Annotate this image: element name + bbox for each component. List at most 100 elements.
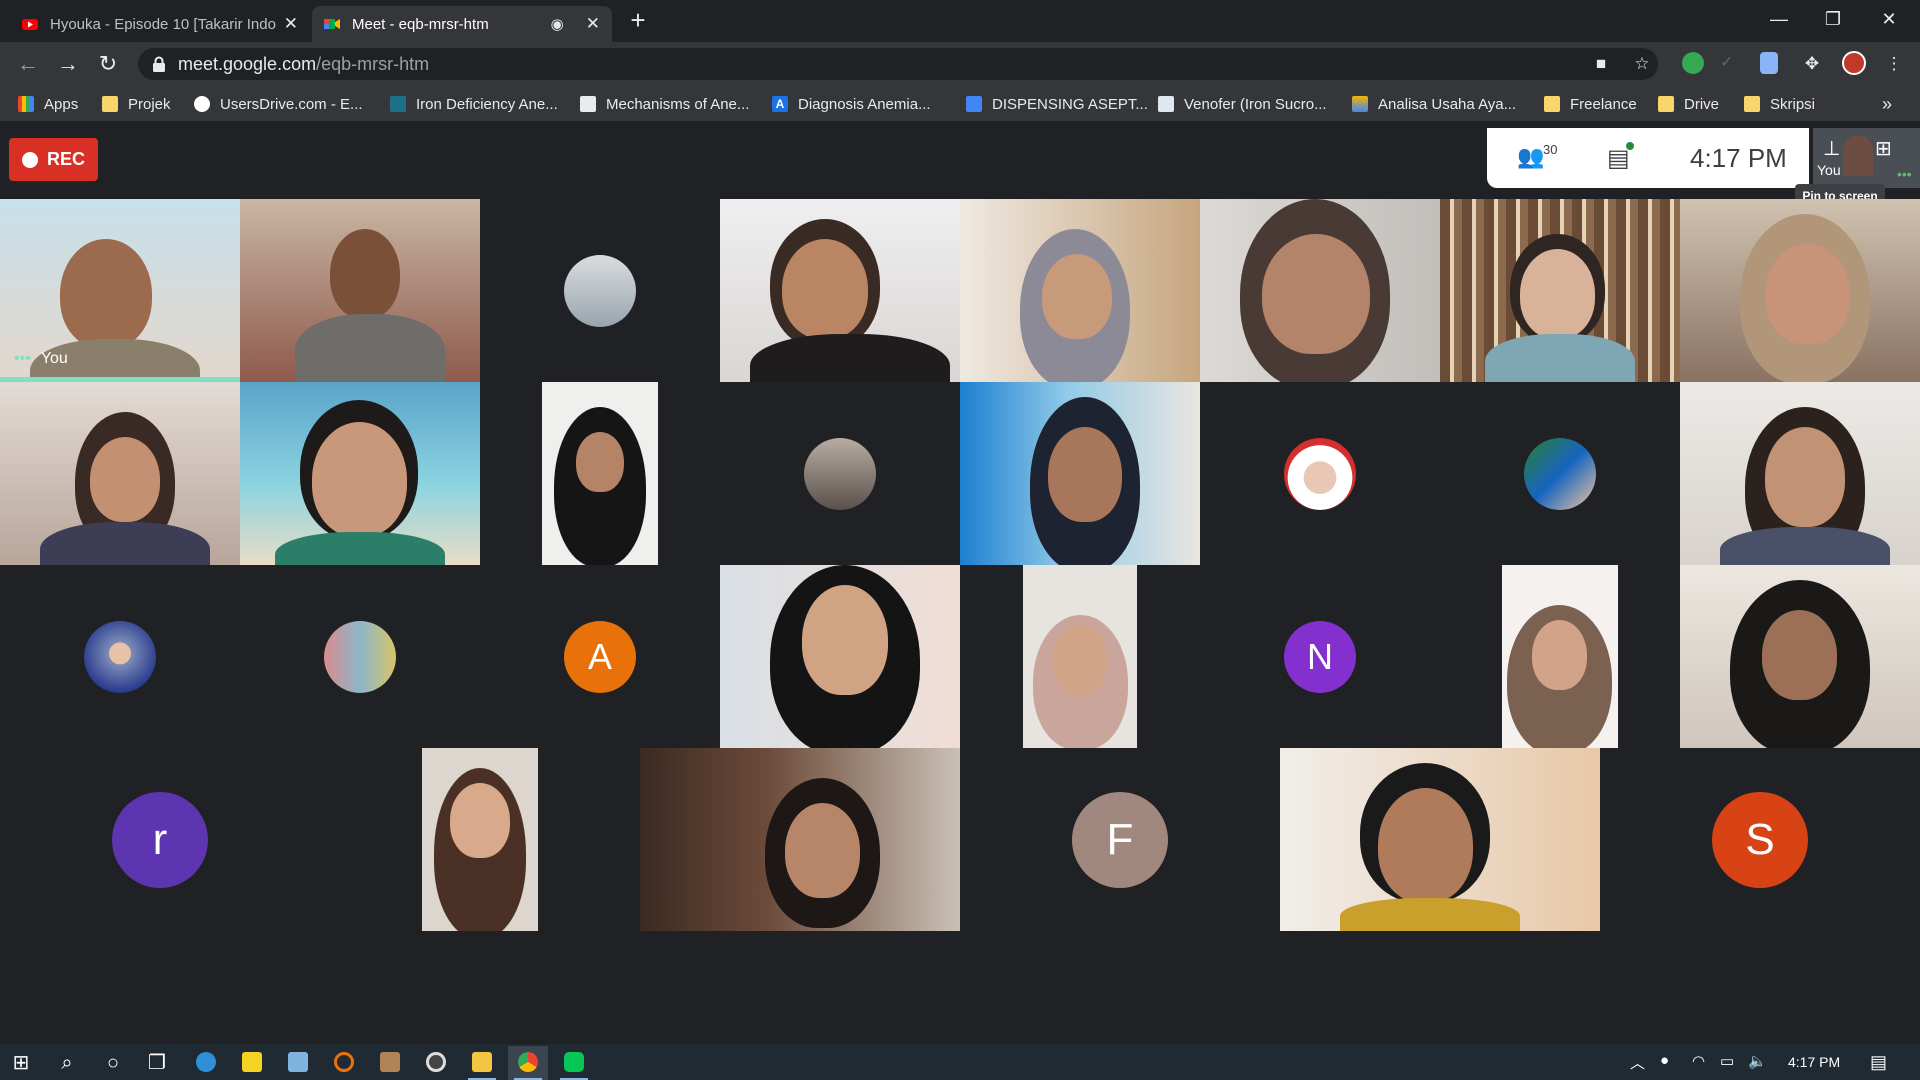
participant-tile[interactable] [1680,382,1920,565]
participant-tile[interactable] [1680,199,1920,382]
camera-icon[interactable]: ■ [1589,52,1613,76]
bookmark-star-icon[interactable]: ☆ [1630,52,1654,76]
participant-tile[interactable] [1440,382,1680,565]
show-hidden-icons-icon[interactable]: ︿ [1630,1052,1645,1073]
tray-app-icon[interactable]: ● [1660,1052,1669,1069]
participant-tile[interactable] [960,199,1200,382]
sticky-notes-app-icon[interactable] [232,1046,272,1080]
wifi-icon[interactable]: ◠ [1692,1052,1705,1070]
media-player-app-icon[interactable] [416,1046,456,1080]
participant-tile[interactable] [1200,382,1440,565]
chrome-app-icon[interactable] [508,1046,548,1080]
more-options-icon[interactable]: ••• [1897,166,1912,182]
shield-extension-icon[interactable] [1682,52,1704,74]
volume-icon[interactable]: 🔈 [1748,1052,1767,1070]
app-icon[interactable] [370,1046,410,1080]
notifications-icon[interactable]: ▤ [1870,1052,1887,1073]
participant-tile[interactable] [240,565,480,748]
bookmark-iron-deficiency[interactable]: Iron Deficiency Ane... [390,94,558,114]
participant-tile[interactable] [240,199,480,382]
participant-tile[interactable] [1440,565,1680,748]
site-icon [580,96,596,112]
participant-tile[interactable]: A [480,565,720,748]
participant-initial-avatar: N [1284,620,1356,693]
bookmark-drive[interactable]: Drive [1658,94,1719,114]
app-icon[interactable] [324,1046,364,1080]
participant-tile[interactable] [1680,565,1920,748]
rec-label: REC [46,149,85,169]
tab-youtube[interactable]: Hyouka - Episode 10 [Takarir Indo ✕ [10,6,310,42]
participant-tile[interactable] [640,748,960,931]
participant-tile[interactable] [1280,748,1600,931]
folder-icon [1658,96,1674,112]
file-explorer-app-icon[interactable] [462,1046,502,1080]
participant-tile[interactable] [0,565,240,748]
participant-initial-avatar: r [112,791,208,888]
participant-tile[interactable] [960,382,1200,565]
people-icon[interactable]: 👥 [1517,144,1544,170]
bookmark-diagnosis[interactable]: A Diagnosis Anemia... [772,94,931,114]
bookmark-apps[interactable]: Apps [18,94,78,114]
self-view-corner[interactable]: ⊥ ⊞ You ••• [1813,128,1920,188]
participant-avatar [564,254,636,327]
line-app-icon[interactable] [554,1046,594,1080]
task-view-icon[interactable]: ❐ [144,1050,170,1076]
pin-icon[interactable]: ⊥ [1823,136,1840,161]
bookmark-venofer[interactable]: Venofer (Iron Sucro... [1158,94,1327,114]
participant-tile[interactable] [720,565,960,748]
close-window-button[interactable]: ✕ [1866,0,1912,38]
back-button[interactable]: ← [14,50,42,78]
self-video-thumbnail [1843,136,1873,176]
participant-tile[interactable] [480,382,720,565]
bookmarks-overflow-button[interactable]: » [1882,94,1892,114]
chat-icon[interactable]: ▤ [1607,142,1634,173]
participant-tile[interactable]: r [0,748,320,931]
close-tab-icon[interactable]: ✕ [586,14,600,34]
participant-tile[interactable] [720,382,960,565]
address-bar[interactable]: meet.google.com/eqb-mrsr-htm [138,48,1658,80]
bookmark-skripsi[interactable]: Skripsi [1744,94,1815,114]
app-icon[interactable] [278,1046,318,1080]
bookmark-projek[interactable]: Projek [102,94,171,114]
reload-button[interactable]: ↻ [94,50,122,78]
participant-tile[interactable] [720,199,960,382]
participant-tile[interactable] [1440,199,1680,382]
checkmark-extension-icon[interactable]: ✓ [1720,52,1742,74]
minimize-button[interactable]: — [1756,0,1802,38]
profile-avatar[interactable] [1842,51,1866,75]
battery-icon[interactable]: ▭ [1720,1052,1734,1070]
windows-start-icon[interactable]: ⊞ [8,1050,34,1076]
grid-layout-icon[interactable]: ⊞ [1875,136,1892,161]
new-tab-button[interactable]: + [624,6,652,34]
taskbar-clock[interactable]: 4:17 PM [1788,1054,1840,1070]
forward-button[interactable]: → [54,50,82,78]
youtube-icon [22,19,38,30]
bookmark-mechanisms[interactable]: Mechanisms of Ane... [580,94,749,114]
participant-tile[interactable] [240,382,480,565]
cortana-icon[interactable]: ○ [100,1050,126,1076]
participant-tile-self[interactable]: ••• You [0,199,240,382]
recording-indicator-icon: ◉ [550,16,564,33]
participant-tile[interactable] [960,565,1200,748]
bookmark-label: Drive [1684,95,1720,113]
tab-meet[interactable]: Meet - eqb-mrsr-htm ◉ ✕ [312,6,612,42]
participant-tile[interactable]: F [960,748,1280,931]
more-options-icon[interactable]: ••• [14,350,31,367]
extensions-puzzle-icon[interactable]: ✥ [1800,52,1824,76]
search-icon[interactable]: ⌕ [54,1050,80,1076]
participant-tile[interactable] [480,199,720,382]
participant-tile[interactable]: N [1200,565,1440,748]
restore-button[interactable]: ❐ [1810,0,1856,38]
participant-tile[interactable]: S [1600,748,1920,931]
edge-app-icon[interactable] [186,1046,226,1080]
close-tab-icon[interactable]: ✕ [284,14,298,34]
bookmark-usersdrive[interactable]: UsersDrive.com - E... [194,94,363,114]
bookmark-dispensing[interactable]: DISPENSING ASEPT... [966,94,1148,114]
participant-tile[interactable] [320,748,640,931]
bookmark-freelance[interactable]: Freelance [1544,94,1637,114]
participant-tile[interactable] [0,382,240,565]
document-extension-icon[interactable] [1760,52,1778,74]
bookmark-analisa[interactable]: Analisa Usaha Aya... [1352,94,1516,114]
menu-dots-icon[interactable]: ⋮ [1882,52,1906,76]
participant-tile[interactable] [1200,199,1440,382]
